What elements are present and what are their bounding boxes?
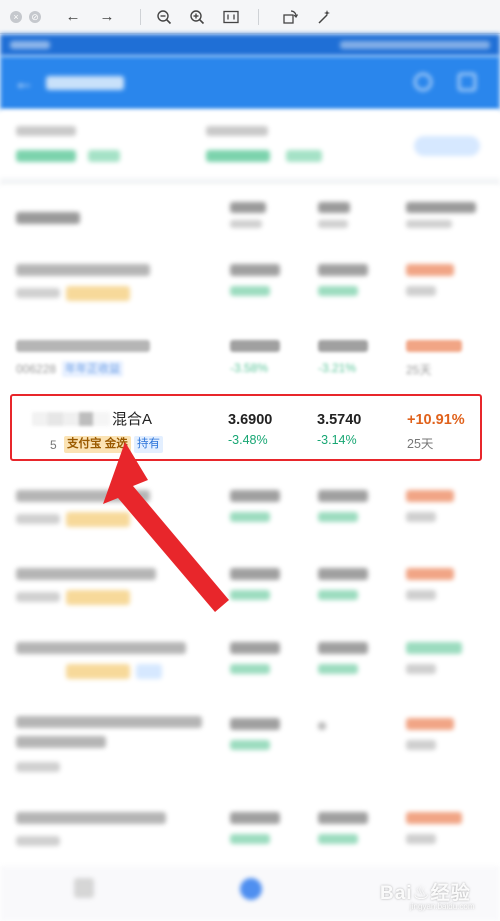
watermark-url: jingyan.baidu.com [410,902,475,911]
red-arrow-icon [103,442,229,612]
annotation-arrow [103,442,229,612]
watermark-logo: Bai♨经验 [380,883,471,904]
